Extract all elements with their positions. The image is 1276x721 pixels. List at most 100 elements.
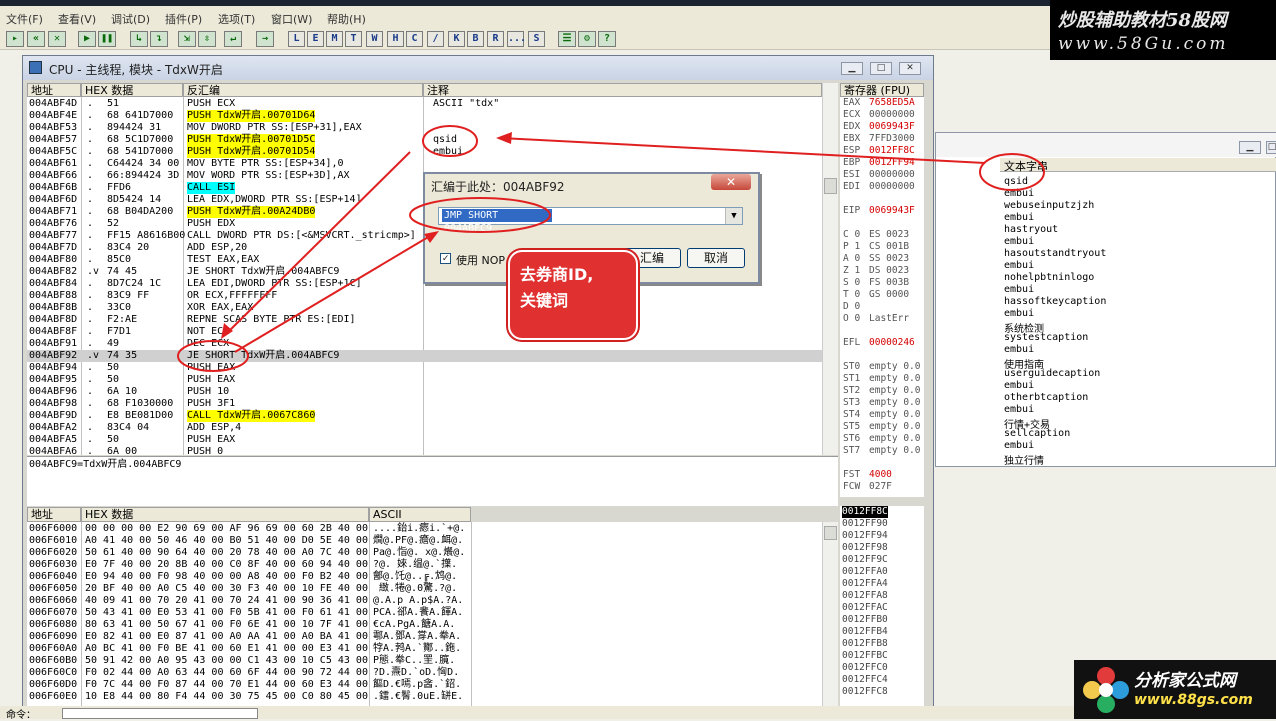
string-item[interactable]: sellcaption <box>1004 428 1070 439</box>
string-item[interactable]: embui <box>1004 188 1034 199</box>
register-row[interactable]: ST6 empty 0.0 <box>843 433 920 445</box>
stack-row[interactable]: 0012FFA0 <box>842 566 888 578</box>
dump-row[interactable]: 006F6010 A0 41 40 00 50 46 40 00 B0 51 40… <box>27 535 822 547</box>
menu-debug[interactable]: 调试(D) <box>111 11 150 27</box>
strings-maximize-button[interactable]: □ <box>1266 141 1276 154</box>
disasm-row[interactable]: 004ABF92 .v 74 35 JE SHORT TdxW开启.004ABFC9 <box>27 350 822 362</box>
register-row[interactable]: EIP 0069943F <box>843 205 915 217</box>
register-row[interactable]: T 0 GS 0000 <box>843 289 909 301</box>
stack-row[interactable]: 0012FF98 <box>842 542 888 554</box>
register-row[interactable]: ST7 empty 0.0 <box>843 445 920 457</box>
maximize-button[interactable]: □ <box>870 62 892 75</box>
tool-W-button[interactable]: W <box>366 31 383 47</box>
register-row[interactable]: EBP 0012FF94 <box>843 157 915 169</box>
register-row[interactable]: A 0 SS 0023 <box>843 253 909 265</box>
disasm-row[interactable]: 004ABF96. 6A 10 PUSH 10 <box>27 386 822 398</box>
register-row[interactable]: ST5 empty 0.0 <box>843 421 920 433</box>
options-icon[interactable]: ⚙ <box>578 31 596 47</box>
string-item[interactable]: embui <box>1004 440 1034 451</box>
disasm-row[interactable]: 004ABF88. 83C9 FF OR ECX,FFFFFFFF <box>27 290 822 302</box>
col-header-comment[interactable]: 注释 <box>423 83 822 97</box>
tool-K-button[interactable]: K <box>448 31 465 47</box>
string-item[interactable]: hastryout <box>1004 224 1058 235</box>
step-into-icon[interactable]: ↳ <box>130 31 148 47</box>
cpu-window-titlebar[interactable]: CPU - 主线程, 模块 - TdxW开启 ▁ □ ✕ <box>23 56 933 80</box>
stack-row[interactable]: 0012FF94 <box>842 530 888 542</box>
string-item[interactable]: embui <box>1004 236 1034 247</box>
string-item[interactable]: hasoutstandtryout <box>1004 248 1106 259</box>
col-header-address[interactable]: 地址 <box>27 83 81 97</box>
register-row[interactable]: ST4 empty 0.0 <box>843 409 920 421</box>
disasm-row[interactable]: 004ABF98. 68 F1030000 PUSH 3F1 <box>27 398 822 410</box>
register-row[interactable]: ESI 00000000 <box>843 169 915 181</box>
string-item[interactable]: nohelpbtninlogo <box>1004 272 1094 283</box>
minimize-button[interactable]: ▁ <box>841 62 863 75</box>
tool-E-button[interactable]: E <box>307 31 324 47</box>
step-over-icon[interactable]: ↴ <box>150 31 168 47</box>
disasm-row[interactable]: 004ABF91. 49 DEC ECX <box>27 338 822 350</box>
stack-row[interactable]: 0012FFBC <box>842 650 888 662</box>
string-item[interactable]: webuseinputzjzh <box>1004 200 1094 211</box>
disasm-row[interactable]: 004ABF61. C64424 34 00 MOV BYTE PTR SS:[ES… <box>27 158 822 170</box>
run-icon[interactable]: ▶ <box>78 31 96 47</box>
string-item[interactable]: qsid <box>1004 176 1028 187</box>
dump-header-hex[interactable]: HEX 数据 <box>81 507 369 522</box>
register-row[interactable]: EFL 00000246 <box>843 337 915 349</box>
menu-file[interactable]: 文件(F) <box>6 11 43 27</box>
dump-row[interactable]: 006F60C0 F0 02 44 00 A0 63 44 00 60 6F 44… <box>27 667 822 679</box>
disasm-row[interactable]: 004ABF8B. 33C0 XOR EAX,EAX <box>27 302 822 314</box>
register-row[interactable]: EDI 00000000 <box>843 181 915 193</box>
cancel-button[interactable]: 取消 <box>687 248 745 268</box>
menu-view[interactable]: 查看(V) <box>58 11 96 27</box>
register-row[interactable]: Z 1 DS 0023 <box>843 265 909 277</box>
col-header-hex[interactable]: HEX 数据 <box>81 83 183 97</box>
tool-slash-button[interactable]: / <box>427 31 444 47</box>
disasm-row[interactable]: 004ABF9D. E8 BE081D00 CALL TdxW开启.0067C860 <box>27 410 822 422</box>
execute-till-return-icon[interactable]: ↵ <box>224 31 242 47</box>
tool-H-button[interactable]: H <box>387 31 404 47</box>
stack-row[interactable]: 0012FFB0 <box>842 614 888 626</box>
help-icon[interactable]: ? <box>598 31 616 47</box>
disasm-row[interactable]: 004ABF5C. 68 541D7000 PUSH TdxW开启.00701D54… <box>27 146 822 158</box>
dump-row[interactable]: 006F6040 E0 94 40 00 F0 98 40 00 00 A8 40… <box>27 571 822 583</box>
tool-C-button[interactable]: C <box>406 31 423 47</box>
register-row[interactable]: P 1 CS 001B <box>843 241 909 253</box>
stack-row[interactable]: 0012FFC0 <box>842 662 888 674</box>
tool-T-button[interactable]: T <box>345 31 362 47</box>
strings-minimize-button[interactable]: ▁ <box>1239 141 1261 154</box>
disasm-row[interactable]: 004ABF8D. F2:AE REPNE SCAS BYTE PTR ES:[ED… <box>27 314 822 326</box>
disasm-row[interactable]: 004ABFA5. 50 PUSH EAX <box>27 434 822 446</box>
trace-over-icon[interactable]: ⇳ <box>198 31 216 47</box>
register-row[interactable]: ST1 empty 0.0 <box>843 373 920 385</box>
register-row[interactable]: ST2 empty 0.0 <box>843 385 920 397</box>
close-program-icon[interactable]: ✕ <box>48 31 66 47</box>
disasm-scrollbar[interactable] <box>822 83 838 455</box>
memory-dump-pane[interactable]: 006F6000 00 00 00 00 E2 90 69 00 AF 96 69… <box>27 522 822 710</box>
dump-row[interactable]: 006F6000 00 00 00 00 E2 90 69 00 AF 96 69… <box>27 523 822 535</box>
dump-row[interactable]: 006F6020 50 61 40 00 90 64 40 00 20 78 40… <box>27 547 822 559</box>
string-item[interactable]: embui <box>1004 260 1034 271</box>
disasm-row[interactable]: 004ABF8F. F7D1 NOT ECX <box>27 326 822 338</box>
disasm-row[interactable]: 004ABF57. 68 5C1D7000 PUSH TdxW开启.00701D5C… <box>27 134 822 146</box>
register-row[interactable]: D 0 <box>843 301 860 313</box>
dump-row[interactable]: 006F60E0 10 E8 44 00 80 F4 44 00 30 75 45… <box>27 691 822 703</box>
register-row[interactable]: ECX 00000000 <box>843 109 915 121</box>
register-row[interactable]: O 0 LastErr <box>843 313 909 325</box>
disasm-row[interactable]: 004ABF4E. 68 641D7000 PUSH TdxW开启.00701D64 <box>27 110 822 122</box>
string-item[interactable]: 独立行情 <box>1004 452 1044 467</box>
string-item[interactable]: embui <box>1004 308 1034 319</box>
stack-row[interactable]: 0012FFA4 <box>842 578 888 590</box>
dump-scrollbar[interactable] <box>822 522 838 710</box>
register-row[interactable]: FST 4000 <box>843 469 892 481</box>
restart-icon[interactable]: « <box>27 31 45 47</box>
register-row[interactable]: ESP 0012FF8C <box>843 145 915 157</box>
dump-row[interactable]: 006F60A0 A0 BC 41 00 F0 BE 41 00 60 E1 41… <box>27 643 822 655</box>
dump-row[interactable]: 006F6060 40 09 41 00 70 20 41 00 70 24 41… <box>27 595 822 607</box>
string-item[interactable]: embui <box>1004 404 1034 415</box>
dump-row[interactable]: 006F60B0 50 91 42 00 A0 95 43 00 00 C1 43… <box>27 655 822 667</box>
registers-header[interactable]: 寄存器 (FPU) <box>840 83 924 97</box>
open-icon[interactable]: ▸ <box>6 31 24 47</box>
stack-row[interactable]: 0012FFC8 <box>842 686 888 698</box>
list-icon[interactable]: ☰ <box>558 31 576 47</box>
dump-row[interactable]: 006F6030 E0 7F 40 00 20 8B 40 00 C0 8F 40… <box>27 559 822 571</box>
